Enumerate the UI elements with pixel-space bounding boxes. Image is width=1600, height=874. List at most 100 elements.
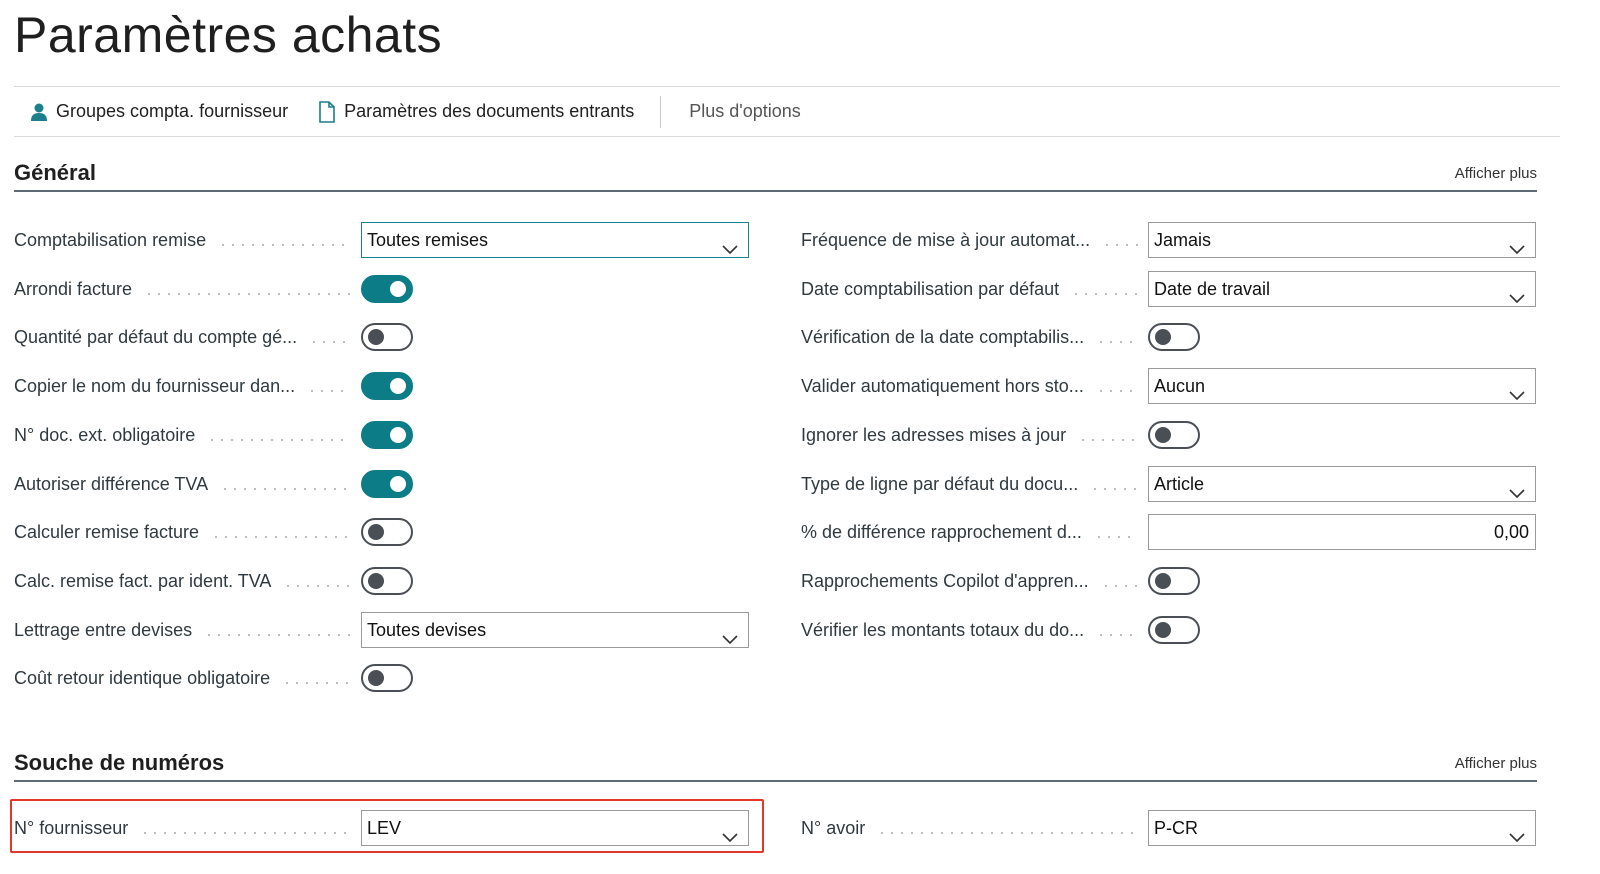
field-label: Fréquence de mise à jour automat... — [801, 230, 1091, 250]
field-label: Valider automatiquement hors sto... — [801, 376, 1084, 397]
more-options-action[interactable]: Plus d'options — [689, 101, 801, 122]
chevron-down-icon[interactable] — [722, 232, 738, 266]
general-section-header: Général Afficher plus — [14, 160, 1537, 192]
field-label: Vérification de la date comptabilis... — [801, 327, 1085, 348]
vendor-posting-groups-action[interactable]: Groupes compta. fournisseur — [30, 101, 288, 122]
incoming-doc-setup-label: Paramètres des documents entrants — [344, 101, 635, 121]
select-value: Toutes devises — [367, 619, 487, 640]
chevron-down-icon[interactable] — [1509, 476, 1525, 510]
field-arrondi-facture: Arrondi facture — [14, 271, 749, 307]
leader-dots — [877, 832, 1138, 834]
leader-dots — [218, 244, 351, 246]
select-value: Date de travail — [1154, 278, 1271, 299]
vendor-posting-groups-label: Groupes compta. fournisseur — [56, 101, 289, 121]
field-label: Rapprochements Copilot d'appren... — [801, 570, 1089, 591]
field-date-comptabilisation-par-defaut: Date comptabilisation par défaut Date de … — [801, 270, 1536, 307]
select-value: Jamais — [1154, 230, 1212, 250]
field-label: Calc. remise fact. par ident. TVA — [14, 570, 272, 591]
leader-dots — [282, 682, 351, 685]
chevron-down-icon[interactable] — [722, 622, 738, 656]
field-verification-de-la-date-comptabilis: Vérification de la date comptabilis... — [801, 319, 1536, 355]
field-label: Lettrage entre devises — [14, 619, 193, 640]
comptabilisation-remise-select[interactable]: Toutes remises — [361, 222, 749, 258]
field-quantite-par-defaut-du-compte-ge: Quantité par défaut du compte gé... — [14, 319, 749, 355]
field-rapprochements-copilot-d-appren: Rapprochements Copilot d'appren... — [801, 563, 1536, 599]
arrondi-facture-toggle[interactable] — [361, 274, 413, 303]
incoming-doc-setup-action[interactable]: Paramètres des documents entrants — [318, 100, 635, 123]
field-calculer-remise-facture: Calculer remise facture — [14, 514, 749, 550]
field-calc-remise-fact-par-ident-tva: Calc. remise fact. par ident. TVA — [14, 563, 749, 599]
select-value: Toutes remises — [367, 230, 489, 250]
field-label: % de différence rapprochement d... — [801, 522, 1082, 543]
select-value: P-CR — [1154, 818, 1198, 838]
leader-dots — [1100, 584, 1138, 587]
n-avoir-select[interactable]: P-CR — [1148, 810, 1536, 846]
select-value: Aucun — [1154, 376, 1206, 397]
date-comptabilisation-par-defaut-select[interactable]: Date de travail — [1148, 270, 1536, 307]
field-label: Comptabilisation remise — [14, 230, 207, 250]
field-lettrage-entre-devises: Lettrage entre devises Toutes devises — [14, 611, 749, 648]
general-section-title: Général — [14, 160, 96, 185]
ignorer-les-adresses-mises-a-jour-toggle[interactable] — [1148, 420, 1200, 449]
leader-dots — [1096, 341, 1138, 344]
frequence-de-mise-a-jour-automat-select[interactable]: Jamais — [1148, 222, 1536, 258]
field-autoriser-difference-tva: Autoriser différence TVA — [14, 466, 749, 502]
copier-le-nom-du-fournisseur-dan-toggle[interactable] — [361, 372, 413, 401]
field-label: Date comptabilisation par défaut — [801, 278, 1060, 299]
leader-dots — [211, 536, 351, 539]
chevron-down-icon[interactable] — [1509, 232, 1525, 266]
field-de-difference-rapprochement-d: % de différence rapprochement d... 0,00 — [801, 514, 1536, 551]
field-frequence-de-mise-a-jour-automat: Fréquence de mise à jour automat... Jamai… — [801, 222, 1536, 258]
chevron-down-icon[interactable] — [1509, 281, 1525, 315]
leader-dots — [307, 390, 351, 393]
document-icon — [318, 100, 336, 123]
field-copier-le-nom-du-fournisseur-dan: Copier le nom du fournisseur dan... — [14, 368, 749, 404]
field-label: N° doc. ext. obligatoire — [14, 424, 196, 445]
field-label: Vérifier les montants totaux du do... — [801, 619, 1085, 640]
rapprochements-copilot-d-appren-toggle[interactable] — [1148, 566, 1200, 595]
de-difference-rapprochement-d-input[interactable]: 0,00 — [1148, 514, 1536, 551]
vendor-no-highlight-box — [10, 799, 764, 853]
general-show-more-link[interactable]: Afficher plus — [1455, 165, 1537, 182]
number-series-section-header: Souche de numéros Afficher plus — [14, 750, 1537, 782]
field-n-doc-ext-obligatoire: N° doc. ext. obligatoire — [14, 417, 749, 453]
leader-dots — [220, 487, 351, 490]
cout-retour-identique-obligatoire-toggle[interactable] — [361, 664, 413, 693]
autoriser-difference-tva-toggle[interactable] — [361, 469, 413, 498]
leader-dots — [1093, 536, 1138, 539]
field-type-de-ligne-par-defaut-du-docu: Type de ligne par défaut du docu... Artic… — [801, 465, 1536, 502]
page-title: Paramètres achats — [14, 7, 443, 63]
calculer-remise-facture-toggle[interactable] — [361, 518, 413, 547]
number-series-show-more-link[interactable]: Afficher plus — [1455, 755, 1537, 772]
valider-automatiquement-hors-sto-select[interactable]: Aucun — [1148, 368, 1536, 405]
select-value: Article — [1154, 473, 1205, 494]
field-comptabilisation-remise: Comptabilisation remise Toutes remises — [14, 222, 749, 258]
chevron-down-icon[interactable] — [1509, 378, 1525, 412]
field-label: Arrondi facture — [14, 278, 133, 299]
field-label: Autoriser différence TVA — [14, 473, 209, 494]
field-n-avoir: N° avoir P-CR — [801, 810, 1536, 846]
field-label: Copier le nom du fournisseur dan... — [14, 376, 296, 397]
field-label: Type de ligne par défaut du docu... — [801, 473, 1079, 494]
field-label: Ignorer les adresses mises à jour — [801, 424, 1067, 445]
action-bar: Groupes compta. fournisseur Paramètres d… — [14, 86, 1560, 137]
verifier-les-montants-totaux-du-do-toggle[interactable] — [1148, 615, 1200, 644]
field-cout-retour-identique-obligatoire: Coût retour identique obligatoire — [14, 660, 749, 696]
field-valider-automatiquement-hors-sto: Valider automatiquement hors sto... Aucun — [801, 368, 1536, 405]
lettrage-entre-devises-select[interactable]: Toutes devises — [361, 611, 749, 648]
chevron-down-icon[interactable] — [1509, 820, 1525, 854]
leader-dots — [204, 633, 351, 636]
n-doc-ext-obligatoire-toggle[interactable] — [361, 420, 413, 449]
field-ignorer-les-adresses-mises-a-jour: Ignorer les adresses mises à jour — [801, 417, 1536, 453]
leader-dots — [283, 584, 351, 587]
verification-de-la-date-comptabilis-toggle[interactable] — [1148, 323, 1200, 352]
calc-remise-fact-par-ident-tva-toggle[interactable] — [361, 566, 413, 595]
leader-dots — [1102, 244, 1138, 246]
action-separator — [660, 95, 662, 128]
person-icon — [30, 102, 48, 122]
leader-dots — [207, 438, 351, 441]
quantite-par-defaut-du-compte-ge-toggle[interactable] — [361, 323, 413, 352]
type-de-ligne-par-defaut-du-docu-select[interactable]: Article — [1148, 465, 1536, 502]
number-series-section-title: Souche de numéros — [14, 750, 225, 775]
leader-dots — [309, 341, 351, 344]
